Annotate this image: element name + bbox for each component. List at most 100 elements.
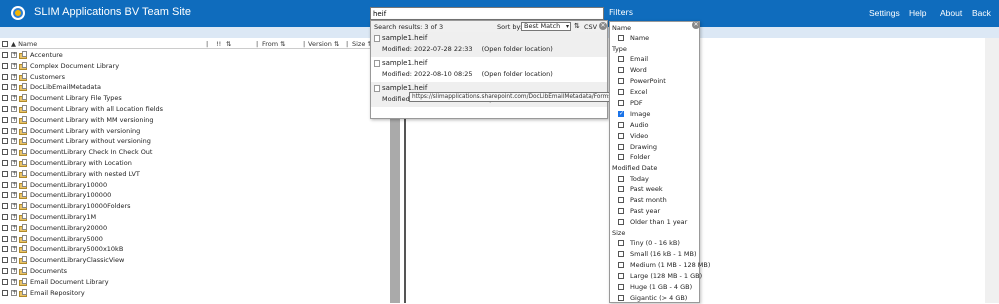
site-title[interactable]: SLIM Applications BV Team Site xyxy=(34,6,191,18)
filter-checkbox[interactable] xyxy=(618,240,624,247)
filter-checkbox[interactable] xyxy=(618,154,624,161)
tree-row[interactable]: + DocumentLibrary5000x10kB xyxy=(0,244,388,255)
filter-checkbox[interactable] xyxy=(618,251,624,258)
expand-icon[interactable]: + xyxy=(11,138,17,145)
from-column-header[interactable]: From ⇅ xyxy=(262,40,286,48)
row-checkbox[interactable] xyxy=(2,257,8,264)
filter-checkbox[interactable] xyxy=(618,89,624,95)
tree-row[interactable]: + DocumentLibrary10000 xyxy=(0,180,388,191)
row-checkbox[interactable] xyxy=(2,246,8,253)
expand-icon[interactable]: + xyxy=(11,214,17,220)
expand-icon[interactable]: + xyxy=(11,116,17,123)
select-all-checkbox[interactable] xyxy=(2,41,8,47)
result-item[interactable]: sample1.heif Modified: 2022-08-10 08:25(… xyxy=(371,57,607,82)
row-checkbox[interactable] xyxy=(2,127,8,134)
tree-row[interactable]: + Document Library without versioning xyxy=(0,136,388,147)
row-checkbox[interactable] xyxy=(2,160,8,166)
filter-checkbox[interactable] xyxy=(618,121,624,128)
row-checkbox[interactable] xyxy=(2,214,8,220)
tree-row[interactable]: + Customers xyxy=(0,72,388,83)
expand-icon[interactable]: + xyxy=(11,52,17,58)
row-checkbox[interactable] xyxy=(2,278,8,285)
expand-icon[interactable]: + xyxy=(11,127,17,134)
row-checkbox[interactable] xyxy=(2,170,8,177)
tree-row[interactable]: + Document Library File Types xyxy=(0,93,388,104)
tree-row[interactable]: + Complex Document Library xyxy=(0,61,388,72)
tree-row[interactable]: + DocumentLibraryClassicView xyxy=(0,255,388,266)
tree-row[interactable]: + Email Repository xyxy=(0,288,388,299)
expand-icon[interactable]: + xyxy=(11,62,17,69)
expand-icon[interactable]: + xyxy=(11,268,17,274)
close-icon[interactable]: ✕ xyxy=(692,21,700,29)
filter-checkbox[interactable] xyxy=(618,294,624,301)
tree-row[interactable]: + DocumentLibrary Check In Check Out xyxy=(0,147,388,158)
expand-icon[interactable]: + xyxy=(11,149,17,156)
tree-row[interactable]: + Document Library with all Location fie… xyxy=(0,104,388,115)
tree-row[interactable]: + Accenture xyxy=(0,50,388,61)
row-checkbox[interactable] xyxy=(2,235,8,242)
about-link[interactable]: About xyxy=(940,8,962,18)
expand-icon[interactable]: + xyxy=(11,170,17,177)
tree-row[interactable]: + DocumentLibrary with nested LVT xyxy=(0,169,388,180)
name-column-header[interactable]: ▲ Name xyxy=(11,40,37,48)
expand-icon[interactable]: + xyxy=(11,192,17,199)
row-checkbox[interactable] xyxy=(2,116,8,123)
filter-checkbox[interactable] xyxy=(618,272,624,279)
row-checkbox[interactable] xyxy=(2,203,8,210)
open-folder-link[interactable]: (Open folder location) xyxy=(482,70,553,78)
tree-row[interactable]: + Documents xyxy=(0,266,388,277)
expand-icon[interactable]: + xyxy=(11,289,17,296)
tree-row[interactable]: + DocLibEmailMetadata xyxy=(0,82,388,93)
row-checkbox[interactable] xyxy=(2,106,8,112)
filter-checkbox[interactable] xyxy=(618,186,624,193)
expand-icon[interactable]: + xyxy=(11,73,17,80)
back-link[interactable]: Back xyxy=(972,8,991,18)
row-checkbox[interactable] xyxy=(2,149,8,156)
filter-checkbox[interactable] xyxy=(618,175,624,182)
expand-icon[interactable]: + xyxy=(11,246,17,253)
row-checkbox[interactable] xyxy=(2,192,8,199)
row-checkbox[interactable] xyxy=(2,52,8,58)
tree-row[interactable]: + DocumentLibrary with Location xyxy=(0,158,388,169)
version-column-header[interactable]: Version ⇅ xyxy=(308,40,339,48)
filter-checkbox[interactable] xyxy=(618,99,624,106)
expand-icon[interactable]: + xyxy=(11,95,17,102)
sort-by-select[interactable]: Best Match ▾ xyxy=(521,22,571,31)
tree-row[interactable]: + Document Library with MM versioning xyxy=(0,115,388,126)
filter-checkbox[interactable] xyxy=(618,208,624,215)
row-checkbox[interactable] xyxy=(2,181,8,188)
tree-row[interactable]: + Email Document Library xyxy=(0,277,388,288)
filter-checkbox[interactable] xyxy=(618,197,624,204)
row-checkbox[interactable] xyxy=(2,224,8,231)
tree-row[interactable]: + DocumentLibrary1M xyxy=(0,212,388,223)
filter-checkbox[interactable] xyxy=(618,219,624,226)
filter-checkbox[interactable] xyxy=(618,56,624,63)
expand-icon[interactable]: + xyxy=(11,278,17,285)
sort-direction-toggle[interactable]: ⇅ xyxy=(574,22,580,30)
row-checkbox[interactable] xyxy=(2,62,8,69)
filter-checkbox[interactable] xyxy=(618,132,624,139)
vertical-scrollbar[interactable] xyxy=(985,38,999,303)
row-checkbox[interactable] xyxy=(2,73,8,80)
open-folder-link[interactable]: (Open folder location) xyxy=(482,45,553,53)
expand-icon[interactable]: + xyxy=(11,84,17,91)
expand-icon[interactable]: + xyxy=(11,181,17,188)
expand-icon[interactable]: + xyxy=(11,257,17,264)
expand-icon[interactable]: + xyxy=(11,235,17,242)
settings-link[interactable]: Settings xyxy=(869,8,900,18)
filter-checkbox[interactable] xyxy=(618,67,624,74)
row-checkbox[interactable] xyxy=(2,138,8,145)
expand-icon[interactable]: + xyxy=(11,203,17,210)
search-input[interactable] xyxy=(370,7,604,20)
filter-checkbox[interactable] xyxy=(618,110,624,117)
expand-icon[interactable]: + xyxy=(11,160,17,166)
help-link[interactable]: Help xyxy=(909,8,926,18)
tree-row[interactable]: + DocumentLibrary5000 xyxy=(0,234,388,245)
tree-row[interactable]: + Document Library with versioning xyxy=(0,126,388,137)
filter-checkbox[interactable] xyxy=(618,283,624,290)
filter-checkbox[interactable] xyxy=(618,143,624,150)
expand-icon[interactable]: + xyxy=(11,224,17,231)
tree-row[interactable]: + DocumentLibrary100000 xyxy=(0,190,388,201)
close-icon[interactable]: ✕ xyxy=(599,22,607,30)
filters-button[interactable]: Filters xyxy=(609,8,633,17)
